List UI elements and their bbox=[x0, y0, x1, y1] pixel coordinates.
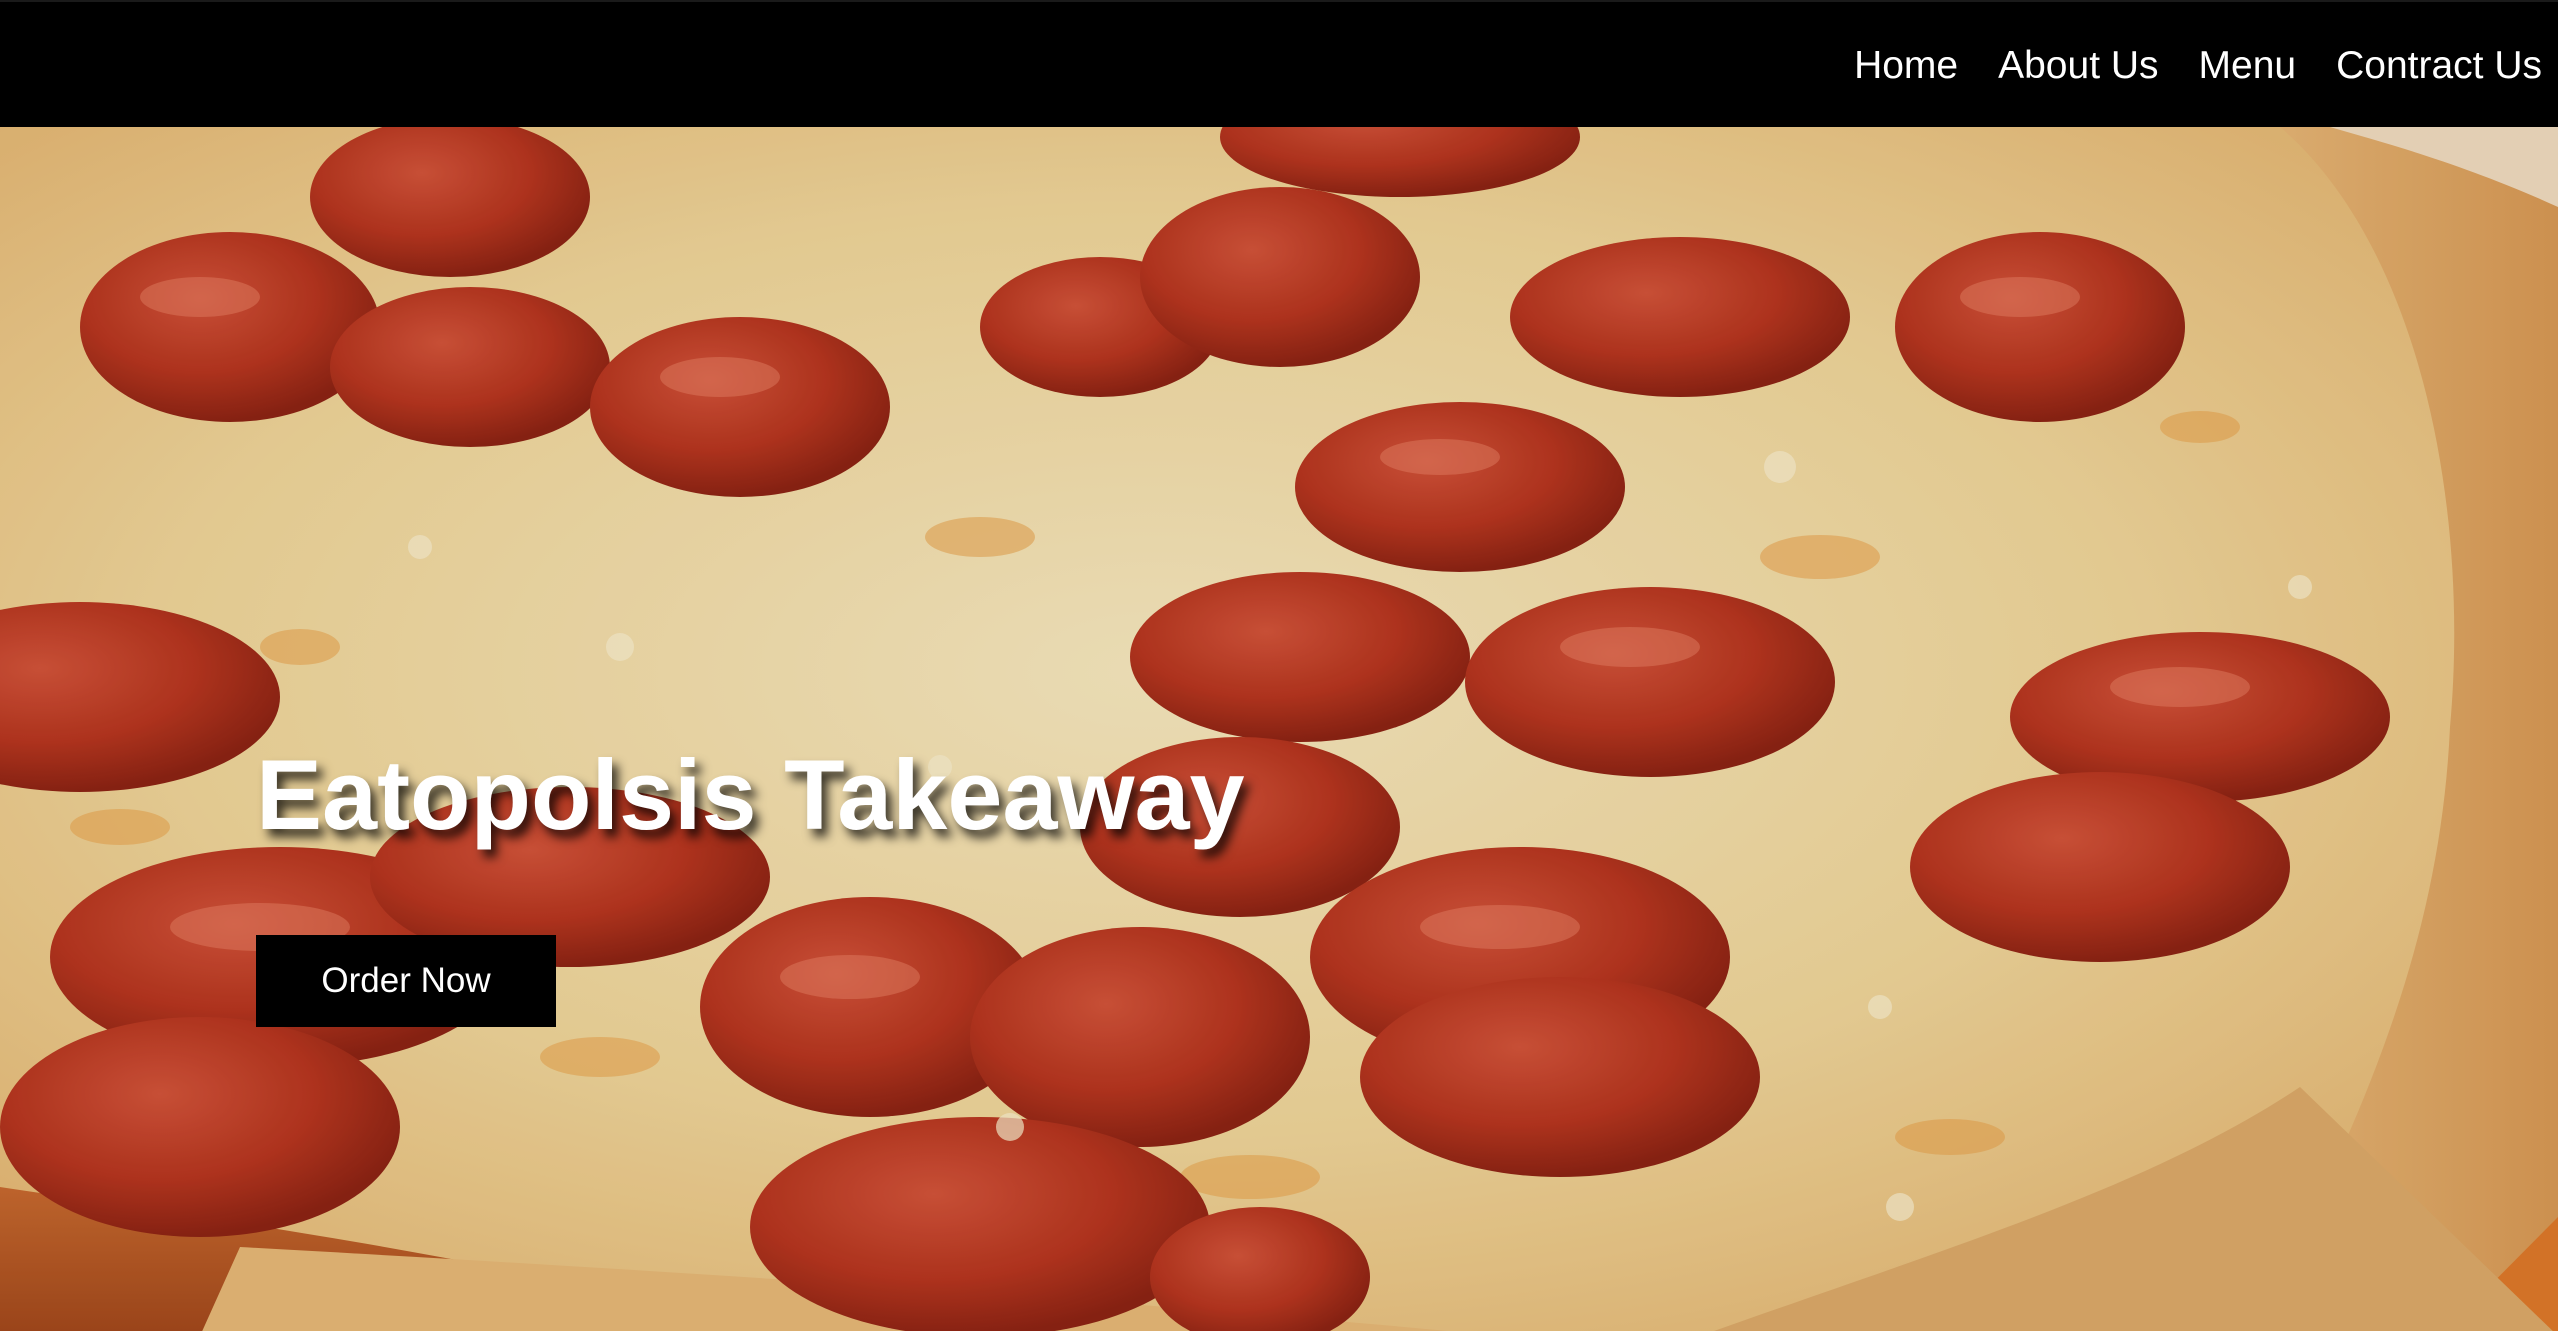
nav-link-about-us[interactable]: About Us bbox=[1998, 42, 2158, 90]
page: Home About Us Menu Contract Us Eatopolsi… bbox=[0, 0, 2558, 1336]
bottom-divider bbox=[0, 1331, 2558, 1336]
hero-section: Eatopolsis Takeaway Order Now bbox=[0, 127, 2558, 1336]
nav-link-home[interactable]: Home bbox=[1854, 42, 1958, 90]
pizza-background-image bbox=[0, 127, 2558, 1336]
nav-link-menu[interactable]: Menu bbox=[2199, 42, 2297, 90]
order-now-button[interactable]: Order Now bbox=[256, 935, 556, 1027]
top-navbar: Home About Us Menu Contract Us bbox=[0, 0, 2558, 127]
nav-link-contract-us[interactable]: Contract Us bbox=[2336, 42, 2542, 90]
main-nav: Home About Us Menu Contract Us bbox=[1854, 42, 2542, 90]
hero-title: Eatopolsis Takeaway bbox=[256, 739, 1245, 850]
